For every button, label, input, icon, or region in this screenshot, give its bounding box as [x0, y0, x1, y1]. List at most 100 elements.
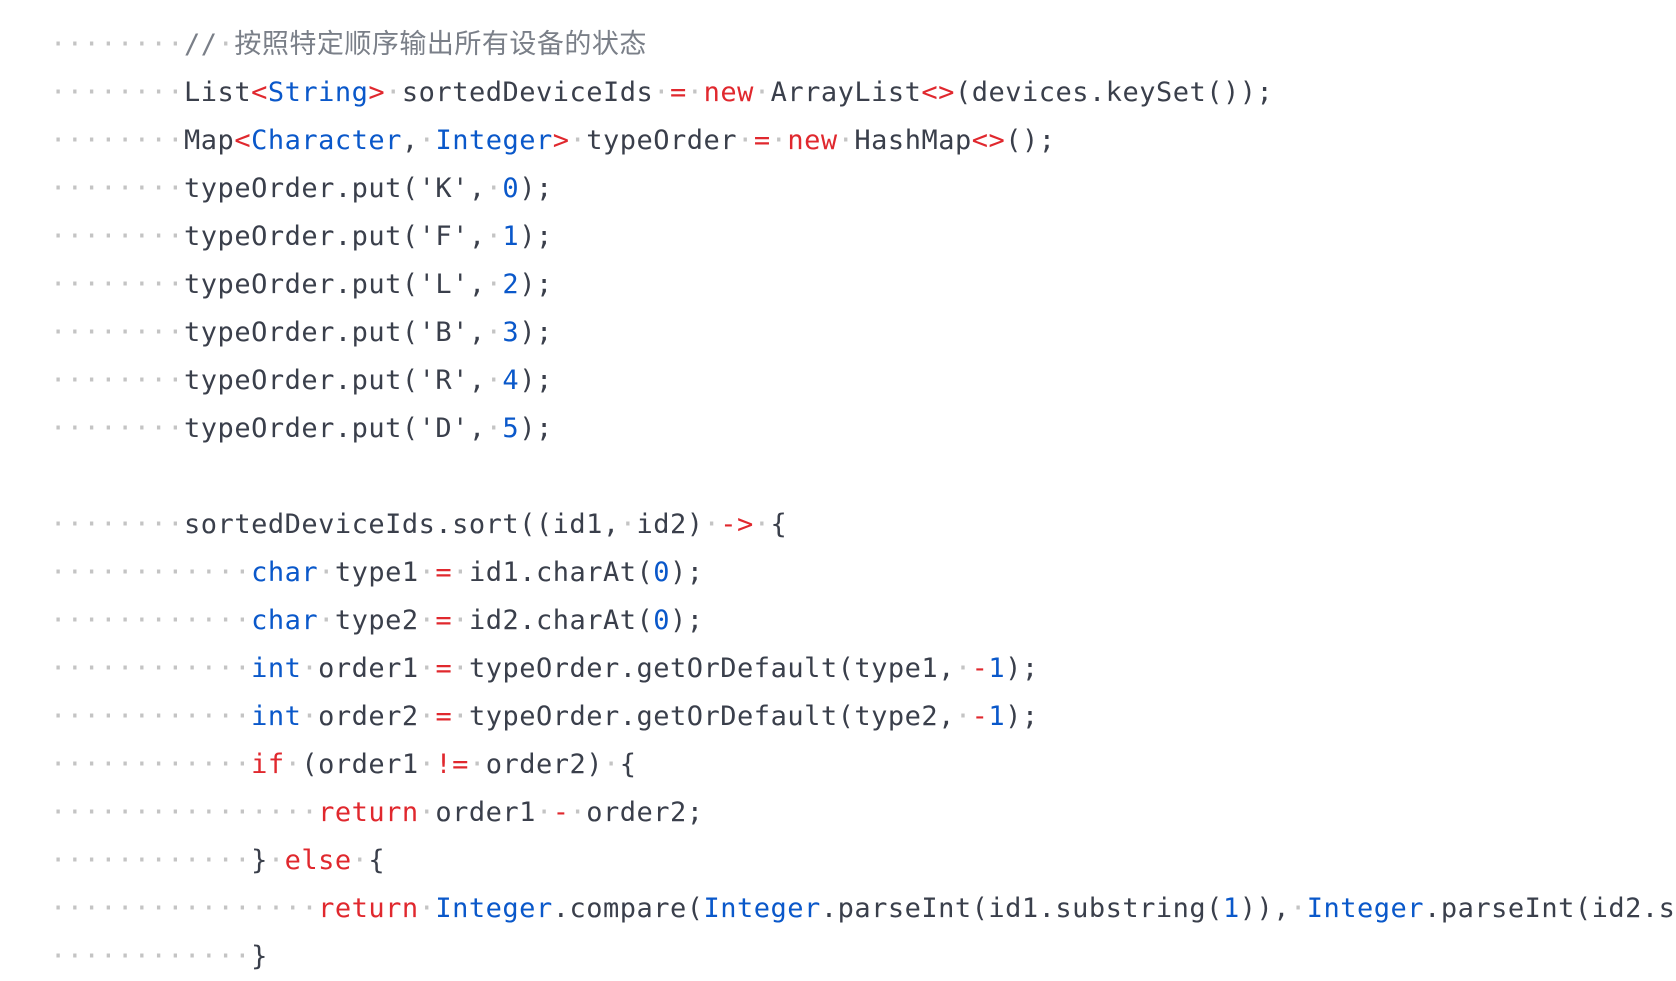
code-text: sortedDeviceIds	[401, 77, 654, 108]
whitespace-marker: ········	[50, 173, 185, 204]
whitespace-marker: ········	[50, 221, 185, 252]
whitespace-marker: ············	[50, 941, 252, 972]
whitespace-marker: ·	[217, 29, 235, 60]
whitespace-marker: ·	[418, 557, 436, 588]
code-line[interactable]: ················return·Integer.compare(I…	[50, 885, 1675, 933]
whitespace-marker: ·	[703, 509, 721, 540]
whitespace-marker: ·	[418, 893, 436, 924]
code-text: order2)	[485, 749, 603, 780]
whitespace-marker: ·	[318, 557, 335, 588]
keyword-token: <>	[971, 125, 1006, 156]
whitespace-marker: ·	[485, 173, 503, 204]
whitespace-marker: ········	[50, 29, 185, 60]
number-token: 0	[502, 173, 520, 204]
code-line[interactable]: ········typeOrder.put('D',·5);	[50, 405, 1675, 453]
code-line[interactable]: ············int·order2·=·typeOrder.getOr…	[50, 693, 1675, 741]
keyword-token: if	[251, 749, 285, 780]
type-token: Integer	[703, 893, 821, 924]
code-text: order2	[318, 701, 419, 732]
keyword-token: return	[318, 893, 419, 924]
keyword-token: -	[971, 701, 989, 732]
whitespace-marker: ·	[418, 653, 436, 684]
whitespace-marker: ·	[485, 365, 503, 396]
whitespace-marker: ············	[50, 557, 252, 588]
whitespace-marker: ················	[50, 893, 319, 924]
code-text: HashMap	[854, 125, 972, 156]
code-text: id2.charAt(	[468, 605, 654, 636]
code-text: (order1	[301, 749, 419, 780]
code-line[interactable]: ········Map<Character,·Integer>·typeOrde…	[50, 117, 1675, 165]
code-line[interactable]: ········List<String>·sortedDeviceIds·=·n…	[50, 69, 1675, 117]
code-text: order1	[318, 653, 419, 684]
code-line[interactable]: ············if·(order1·!=·order2)·{	[50, 741, 1675, 789]
type-token: Integer	[435, 125, 553, 156]
code-line[interactable]: ········typeOrder.put('L',·2);	[50, 261, 1675, 309]
keyword-token: <>	[921, 77, 955, 108]
whitespace-marker: ············	[50, 653, 252, 684]
number-token: 1	[1222, 893, 1240, 924]
keyword-token: <	[234, 125, 252, 156]
code-text: typeOrder	[586, 125, 738, 156]
whitespace-marker: ·	[753, 509, 771, 540]
code-text: ArrayList	[770, 77, 922, 108]
code-line[interactable]: ········typeOrder.put('R',·4);	[50, 357, 1675, 405]
code-text: order1	[435, 797, 536, 828]
type-token: int	[251, 653, 302, 684]
code-text: .parseInt(id1.substring(	[820, 893, 1223, 924]
whitespace-marker: ················	[50, 797, 319, 828]
code-line[interactable]: ············int·order1·=·typeOrder.getOr…	[50, 645, 1675, 693]
code-text: );	[670, 605, 704, 636]
number-token: 0	[653, 557, 671, 588]
code-line[interactable]: ············}·else·{	[50, 837, 1675, 885]
code-text: }	[251, 941, 268, 972]
code-text: )),	[1239, 893, 1290, 924]
whitespace-marker: ·	[318, 605, 335, 636]
whitespace-marker: ·	[569, 797, 587, 828]
code-line[interactable]: ········typeOrder.put('B',·3);	[50, 309, 1675, 357]
whitespace-marker: ·	[485, 269, 503, 300]
whitespace-marker: ·	[301, 653, 319, 684]
whitespace-marker: ·	[569, 125, 587, 156]
code-text: order2;	[586, 797, 704, 828]
whitespace-marker: ·	[452, 605, 469, 636]
code-text: {	[770, 509, 788, 540]
type-token: Integer	[1306, 893, 1425, 924]
keyword-token: =	[435, 653, 453, 684]
code-line[interactable]: ················return·order1·-·order2;	[50, 789, 1675, 837]
whitespace-marker: ·	[351, 845, 369, 876]
type-token: char	[251, 557, 319, 588]
code-text: typeOrder.put('L',	[184, 269, 486, 300]
whitespace-marker: ············	[50, 701, 252, 732]
code-line[interactable]: ············char·type1·=·id1.charAt(0);	[50, 549, 1675, 597]
keyword-token: -	[971, 653, 989, 684]
keyword-token: =	[670, 77, 687, 108]
whitespace-marker: ········	[50, 413, 185, 444]
comment-token: //	[184, 29, 218, 60]
keyword-token: -	[552, 797, 570, 828]
keyword-token: >	[552, 125, 570, 156]
code-line[interactable]	[50, 453, 1675, 501]
whitespace-marker: ·	[418, 701, 436, 732]
code-line[interactable]: ············char·type2·=·id2.charAt(0);	[50, 597, 1675, 645]
code-text: typeOrder.put('B',	[184, 317, 486, 348]
whitespace-marker: ·	[468, 749, 486, 780]
whitespace-marker: ·	[485, 221, 503, 252]
code-text: );	[670, 557, 704, 588]
type-token: Integer	[435, 893, 553, 924]
code-line[interactable]: ········sortedDeviceIds.sort((id1,·id2)·…	[50, 501, 1675, 549]
code-editor[interactable]: ········//·按照特定顺序输出所有设备的状态 ········List<S…	[50, 21, 1675, 981]
code-line[interactable]: ········//·按照特定顺序输出所有设备的状态	[50, 21, 1675, 69]
code-text: .parseInt(id2.s	[1424, 893, 1676, 924]
code-text: );	[519, 317, 553, 348]
number-token: 4	[502, 365, 520, 396]
code-text: {	[368, 845, 386, 876]
code-text: }	[251, 845, 268, 876]
code-line[interactable]: ········typeOrder.put('F',·1);	[50, 213, 1675, 261]
whitespace-marker: ·	[485, 413, 503, 444]
type-token: Character	[251, 125, 402, 156]
code-text: typeOrder.getOrDefault(type1,	[468, 653, 955, 684]
code-line[interactable]: ············}	[50, 933, 1675, 981]
code-line[interactable]: ········typeOrder.put('K',·0);	[50, 165, 1675, 213]
whitespace-marker: ·	[954, 653, 972, 684]
whitespace-marker: ········	[50, 509, 185, 540]
